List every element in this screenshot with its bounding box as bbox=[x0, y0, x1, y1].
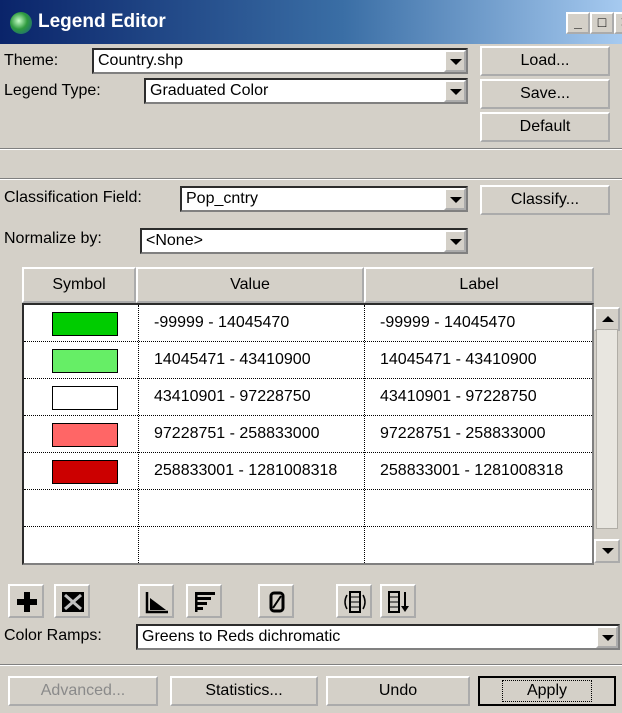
chevron-down-icon[interactable] bbox=[444, 230, 466, 252]
color-ramps-label: Color Ramps: bbox=[4, 627, 102, 644]
label-cell[interactable]: 14045471 - 43410900 bbox=[380, 342, 537, 379]
classification-field-label: Classification Field: bbox=[4, 189, 142, 206]
sort-descending-button[interactable] bbox=[186, 584, 222, 618]
flip-symbols-button[interactable] bbox=[336, 584, 372, 618]
column-header-label[interactable]: Label bbox=[364, 267, 594, 303]
label-cell[interactable]: 43410901 - 97228750 bbox=[380, 379, 537, 416]
divider bbox=[0, 664, 622, 666]
advanced-button[interactable]: Advanced... bbox=[8, 676, 158, 706]
theme-label: Theme: bbox=[4, 52, 59, 69]
minimize-icon[interactable]: _ bbox=[566, 12, 590, 34]
table-row-empty[interactable] bbox=[24, 527, 592, 563]
value-cell[interactable]: -99999 - 14045470 bbox=[154, 305, 289, 342]
divider bbox=[0, 148, 622, 150]
apply-label: Apply bbox=[501, 680, 593, 702]
sort-ascending-button[interactable] bbox=[138, 584, 174, 618]
add-icon bbox=[17, 592, 37, 612]
label-cell[interactable]: 97228751 - 258833000 bbox=[380, 416, 546, 453]
table-row[interactable]: 97228751 - 258833000 97228751 - 25883300… bbox=[24, 416, 592, 453]
add-class-button[interactable] bbox=[8, 584, 44, 618]
normalize-by-value: <None> bbox=[146, 232, 203, 249]
value-cell[interactable]: 97228751 - 258833000 bbox=[154, 416, 320, 453]
statistics-button[interactable]: Statistics... bbox=[170, 676, 318, 706]
legend-type-label: Legend Type: bbox=[4, 82, 101, 99]
legend-type-value: Graduated Color bbox=[150, 82, 269, 99]
undo-button[interactable]: Undo bbox=[326, 676, 470, 706]
save-button[interactable]: Save... bbox=[480, 79, 610, 109]
reverse-order-icon bbox=[388, 591, 409, 613]
value-cell[interactable]: 14045471 - 43410900 bbox=[154, 342, 311, 379]
label-cell[interactable]: 258833001 - 1281008318 bbox=[380, 453, 563, 490]
close-icon[interactable]: ✕ bbox=[614, 12, 622, 34]
table-row[interactable]: 14045471 - 43410900 14045471 - 43410900 bbox=[24, 342, 592, 379]
null-value-button[interactable] bbox=[258, 584, 294, 618]
delete-class-button[interactable] bbox=[54, 584, 90, 618]
classification-field-select[interactable]: Pop_cntry bbox=[180, 186, 468, 212]
scroll-down-icon[interactable] bbox=[594, 539, 620, 563]
chevron-down-icon[interactable] bbox=[444, 50, 466, 72]
classification-field-value: Pop_cntry bbox=[186, 190, 259, 207]
symbol-swatch[interactable] bbox=[52, 460, 118, 484]
value-cell[interactable]: 43410901 - 97228750 bbox=[154, 379, 311, 416]
default-button[interactable]: Default bbox=[480, 112, 610, 142]
color-ramps-value: Greens to Reds dichromatic bbox=[142, 628, 341, 645]
value-cell[interactable]: 258833001 - 1281008318 bbox=[154, 453, 337, 490]
sort-descending-icon bbox=[195, 592, 215, 612]
symbol-swatch[interactable] bbox=[52, 312, 118, 336]
chevron-down-icon[interactable] bbox=[444, 80, 466, 102]
legend-type-select[interactable]: Graduated Color bbox=[144, 78, 468, 104]
legend-editor-window: Legend Editor _ □ ✕ Theme: Country.shp L… bbox=[0, 0, 622, 713]
apply-button[interactable]: Apply bbox=[478, 676, 616, 706]
maximize-icon[interactable]: □ bbox=[590, 12, 614, 34]
delete-icon bbox=[62, 592, 84, 612]
null-value-icon bbox=[269, 591, 285, 613]
chevron-down-icon[interactable] bbox=[444, 188, 466, 210]
scrollbar-thumb[interactable] bbox=[596, 329, 618, 529]
normalize-by-select[interactable]: <None> bbox=[140, 228, 468, 254]
theme-value: Country.shp bbox=[98, 52, 184, 69]
theme-select[interactable]: Country.shp bbox=[92, 48, 468, 74]
reverse-order-button[interactable] bbox=[380, 584, 416, 618]
symbol-swatch[interactable] bbox=[52, 423, 118, 447]
table-row[interactable]: 258833001 - 1281008318 258833001 - 12810… bbox=[24, 453, 592, 490]
label-cell[interactable]: -99999 - 14045470 bbox=[380, 305, 515, 342]
column-header-value[interactable]: Value bbox=[136, 267, 364, 303]
divider bbox=[0, 178, 622, 180]
table-row[interactable]: 43410901 - 97228750 43410901 - 97228750 bbox=[24, 379, 592, 416]
legend-table: -99999 - 14045470 -99999 - 14045470 1404… bbox=[22, 303, 594, 565]
table-row[interactable]: -99999 - 14045470 -99999 - 14045470 bbox=[24, 305, 592, 342]
scroll-up-icon[interactable] bbox=[594, 307, 620, 331]
column-header-symbol[interactable]: Symbol bbox=[22, 267, 136, 303]
classify-button[interactable]: Classify... bbox=[480, 185, 610, 215]
sort-ascending-icon bbox=[145, 592, 168, 614]
normalize-by-label: Normalize by: bbox=[4, 230, 102, 247]
symbol-swatch[interactable] bbox=[52, 349, 118, 373]
chevron-down-icon[interactable] bbox=[596, 626, 618, 648]
load-button[interactable]: Load... bbox=[480, 46, 610, 76]
symbol-swatch[interactable] bbox=[52, 386, 118, 410]
title-bar[interactable]: Legend Editor _ □ ✕ bbox=[0, 0, 622, 44]
vertical-scrollbar[interactable] bbox=[594, 303, 620, 581]
globe-icon bbox=[10, 12, 32, 34]
window-title: Legend Editor bbox=[38, 11, 166, 32]
color-ramps-select[interactable]: Greens to Reds dichromatic bbox=[136, 624, 620, 650]
flip-symbols-icon bbox=[344, 591, 366, 613]
table-row-empty[interactable] bbox=[24, 490, 592, 527]
